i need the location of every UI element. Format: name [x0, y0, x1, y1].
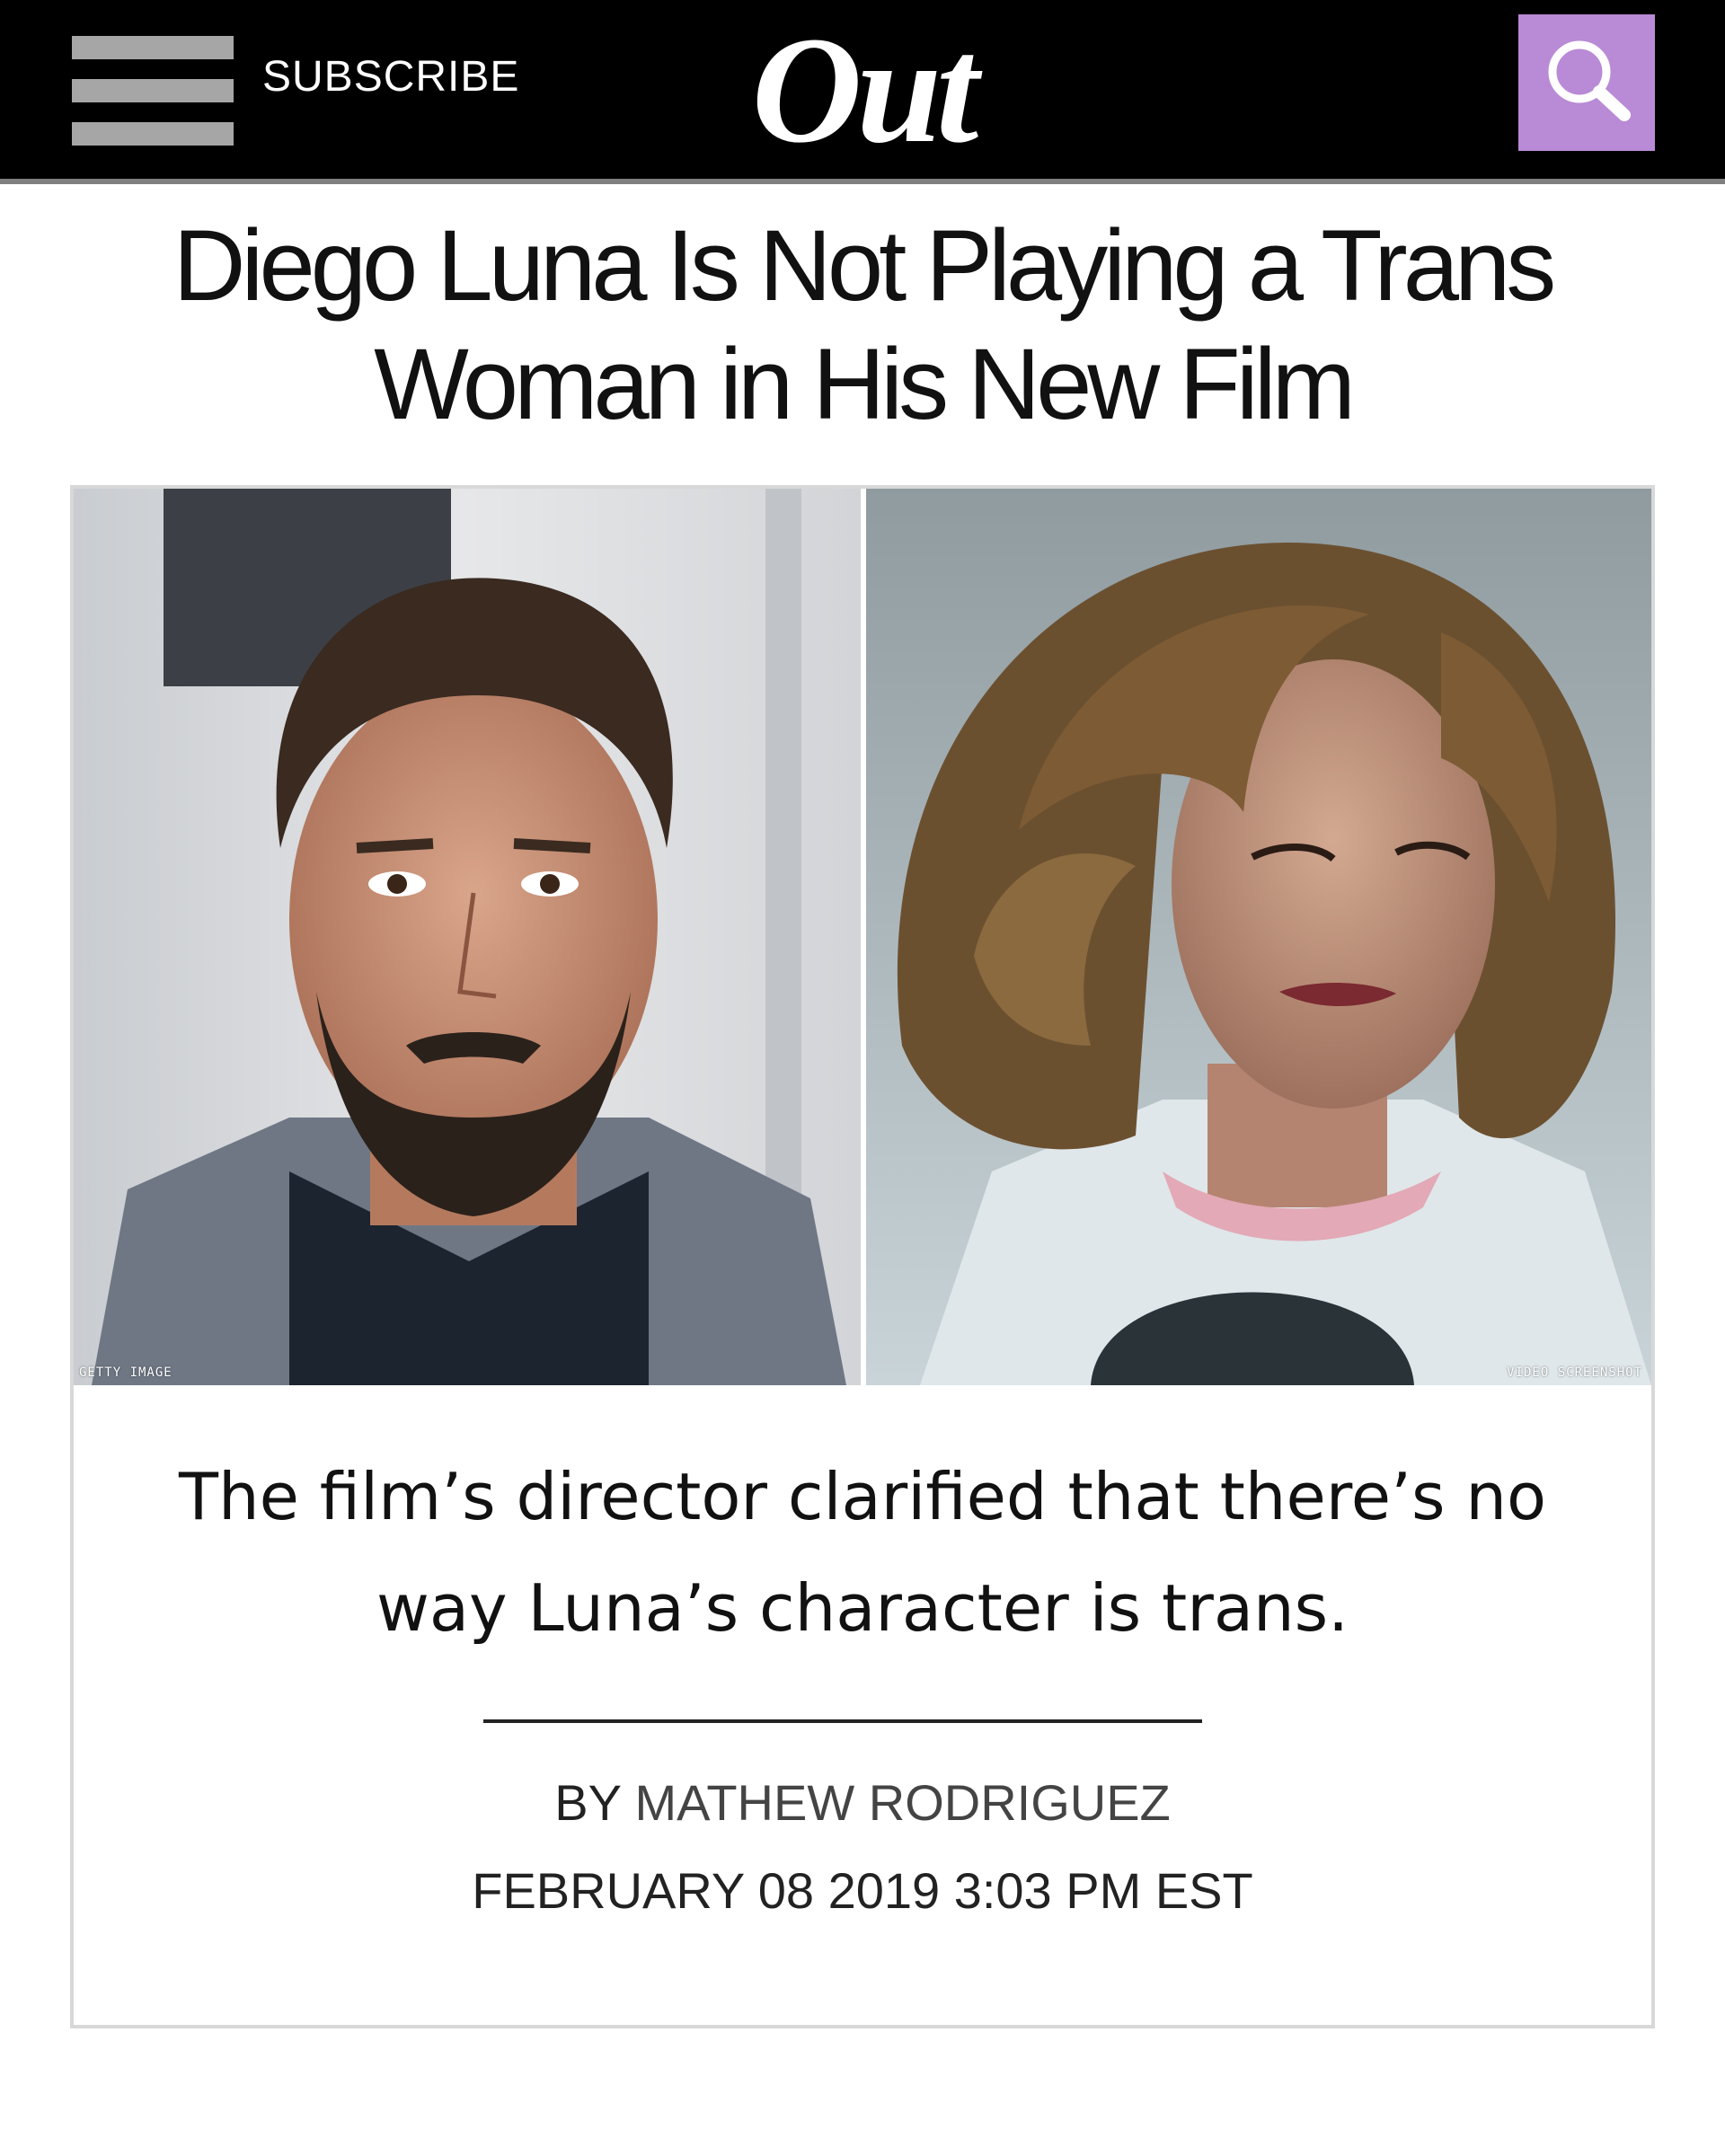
subscribe-link[interactable]: SUBSCRIBE: [262, 52, 519, 102]
portrait-photo: GETTY IMAGE: [74, 489, 861, 1385]
divider: [483, 1719, 1202, 1723]
author-link[interactable]: MATHEW RODRIGUEZ: [635, 1774, 1171, 1831]
search-icon: [1548, 40, 1631, 121]
publish-date: FEBRUARY 08 2019 3:03 PM EST: [472, 1862, 1253, 1919]
site-header: SUBSCRIBE Out: [0, 0, 1725, 184]
article-dek: The film’s director clarified that there…: [178, 1459, 1547, 1646]
article-card: GETTY IMAGE VIDEO SCREENSHOT The film’s …: [70, 485, 1655, 2028]
byline-prefix: BY: [554, 1774, 621, 1831]
byline: BY MATHEW RODRIGUEZ: [74, 1773, 1651, 1832]
lead-image[interactable]: GETTY IMAGE VIDEO SCREENSHOT: [74, 489, 1651, 1385]
portrait-image: [74, 489, 861, 1385]
film-still-image: [866, 489, 1651, 1385]
photo-credit: GETTY IMAGE: [79, 1365, 172, 1380]
article-headline: Diego Luna Is Not Playing a Trans Woman …: [172, 209, 1557, 440]
menu-bar: [72, 79, 234, 102]
film-still-photo: VIDEO SCREENSHOT: [866, 489, 1651, 1385]
hamburger-menu-icon[interactable]: [72, 36, 234, 146]
site-logo[interactable]: Out: [737, 9, 988, 171]
menu-bar: [72, 122, 234, 146]
search-button[interactable]: [1518, 14, 1655, 151]
photo-credit: VIDEO SCREENSHOT: [1507, 1365, 1642, 1380]
menu-bar: [72, 36, 234, 59]
